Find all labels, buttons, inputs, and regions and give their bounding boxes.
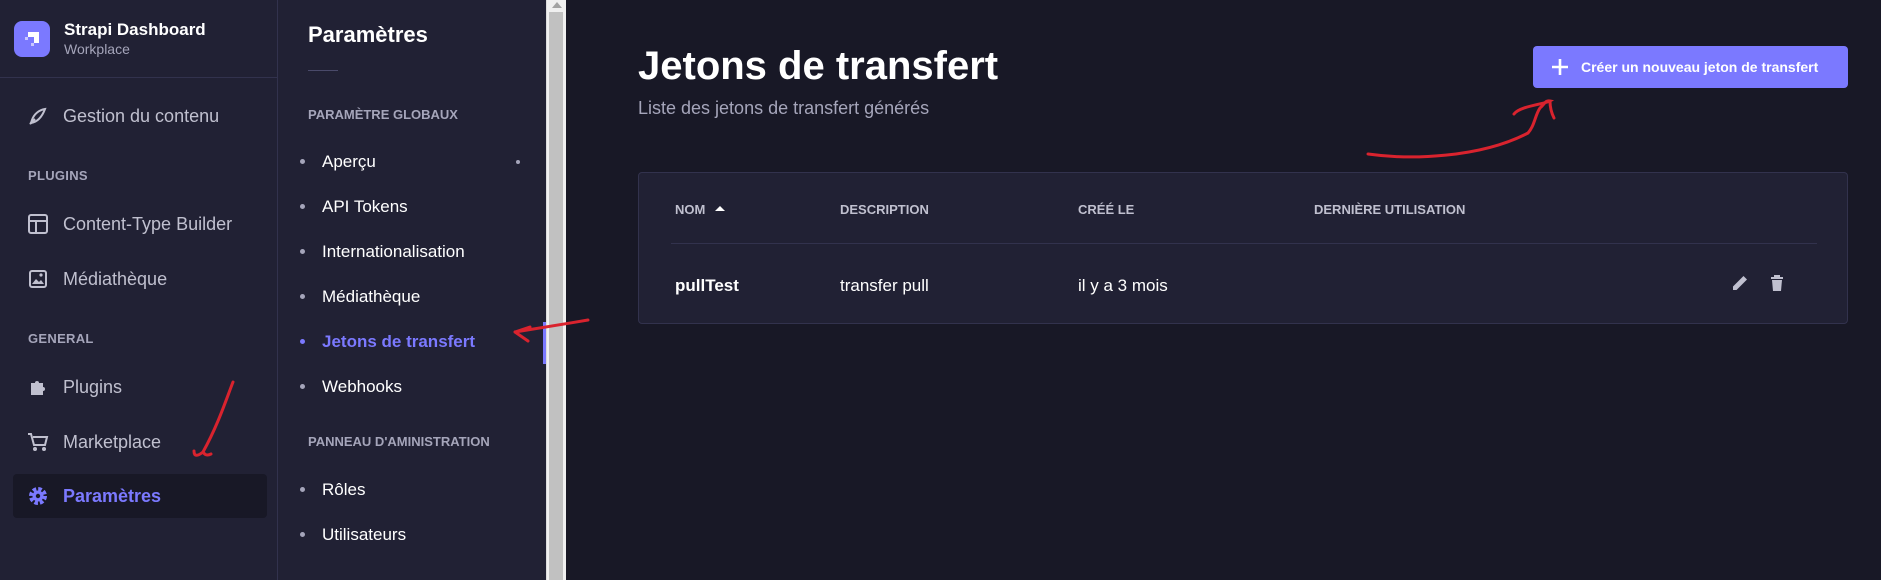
nav-section-plugins: PLUGINS <box>28 168 88 183</box>
column-header-last-used: DERNIÈRE UTILISATION <box>1314 202 1465 217</box>
scroll-up-arrow-icon[interactable] <box>552 2 562 8</box>
subnav-item-label: Médiathèque <box>322 287 421 306</box>
brand-title: Strapi Dashboard <box>64 19 206 39</box>
feather-icon <box>27 105 49 127</box>
main-content: Jetons de transfert Liste des jetons de … <box>566 0 1881 580</box>
create-transfer-token-button[interactable]: Créer un nouveau jeton de transfert <box>1533 46 1848 88</box>
subnav-divider <box>308 70 338 71</box>
cell-description: transfer pull <box>840 276 929 295</box>
subnav-item-label: Aperçu <box>322 152 376 171</box>
column-header-label: DERNIÈRE UTILISATION <box>1314 202 1466 217</box>
shopping-cart-icon <box>27 431 49 453</box>
nav-section-general: GENERAL <box>28 331 94 346</box>
page-subtitle: Liste des jetons de transfert générés <box>638 98 930 118</box>
subnav-item-label: Jetons de transfert <box>322 332 476 351</box>
delete-button[interactable] <box>1765 271 1789 295</box>
nav-item-marketplace[interactable]: Marketplace <box>13 420 267 464</box>
nav-label: Plugins <box>63 376 123 397</box>
column-header-label: CRÉÉ LE <box>1078 202 1135 217</box>
subnav-title: Paramètres <box>308 22 428 47</box>
scrollbar-thumb[interactable] <box>549 12 563 580</box>
nav-item-settings[interactable]: Paramètres <box>13 474 267 518</box>
brand-subtitle: Workplace <box>64 40 130 57</box>
subnav-item-label: Rôles <box>322 480 366 499</box>
new-indicator-dot <box>516 160 520 164</box>
brand[interactable]: Strapi Dashboard Workplace <box>0 0 277 78</box>
bullet-icon <box>300 159 305 164</box>
subnav-item-media-library[interactable]: Médiathèque <box>300 287 421 307</box>
bullet-icon <box>300 384 305 389</box>
subnav-item-internationalization[interactable]: Internationalisation <box>300 242 465 262</box>
app-window: Strapi Dashboard Workplace Gestion du co… <box>0 0 1881 580</box>
column-header-created: CRÉÉ LE <box>1078 202 1134 217</box>
bullet-icon <box>300 204 305 209</box>
bullet-icon <box>300 339 305 344</box>
nav-label: Médiathèque <box>63 268 168 289</box>
column-header-description: DESCRIPTION <box>840 202 929 217</box>
column-header-name[interactable]: NOM <box>675 202 726 217</box>
subnav-item-overview[interactable]: Aperçu <box>300 152 376 172</box>
nav-item-media-library[interactable]: Médiathèque <box>13 257 267 301</box>
trash-icon <box>1771 275 1783 291</box>
tokens-table: NOM DESCRIPTION CRÉÉ LE DERNIÈRE UTILISA… <box>638 172 1848 324</box>
subnav-item-label: Internationalisation <box>322 242 465 261</box>
page-title: Jetons de transfert <box>638 44 999 88</box>
subnav-item-label: Webhooks <box>322 377 403 396</box>
cell-name: pullTest <box>675 276 739 295</box>
subnav-item-users[interactable]: Utilisateurs <box>300 525 407 545</box>
puzzle-icon <box>27 376 49 398</box>
nav-label: Gestion du contenu <box>63 105 220 126</box>
create-button-label: Créer un nouveau jeton de transfert <box>1581 59 1819 75</box>
bullet-icon <box>300 249 305 254</box>
nav-label: Paramètres <box>63 485 162 506</box>
gear-icon <box>27 485 49 507</box>
settings-subnav: Paramètres PARAMÈTRE GLOBAUX Aperçu API … <box>278 0 546 580</box>
bullet-icon <box>300 487 305 492</box>
layout-icon <box>27 213 49 235</box>
bullet-icon <box>300 294 305 299</box>
nav-item-plugins[interactable]: Plugins <box>13 365 267 409</box>
edit-button[interactable] <box>1728 271 1752 295</box>
subnav-section-global: PARAMÈTRE GLOBAUX <box>308 107 458 122</box>
nav-label: Marketplace <box>63 431 162 452</box>
main-nav: Strapi Dashboard Workplace Gestion du co… <box>0 0 278 580</box>
subnav-item-transfer-tokens[interactable]: Jetons de transfert <box>300 332 476 352</box>
subnav-item-api-tokens[interactable]: API Tokens <box>300 197 408 217</box>
subnav-item-label: Utilisateurs <box>322 525 407 544</box>
scrollbar[interactable] <box>546 0 566 580</box>
nav-label: Content-Type Builder <box>63 213 233 234</box>
column-header-label: NOM <box>675 202 706 217</box>
plus-icon <box>1552 59 1568 75</box>
subnav-item-roles[interactable]: Rôles <box>300 480 366 500</box>
bullet-icon <box>300 532 305 537</box>
image-icon <box>27 268 49 290</box>
table-divider <box>671 243 1817 244</box>
subnav-item-webhooks[interactable]: Webhooks <box>300 377 403 397</box>
sort-ascending-icon[interactable] <box>715 206 726 211</box>
nav-item-content-type-builder[interactable]: Content-Type Builder <box>13 202 267 246</box>
subnav-section-admin: PANNEAU D'AMINISTRATION <box>308 434 490 449</box>
nav-item-content-manager[interactable]: Gestion du contenu <box>13 94 267 138</box>
column-header-label: DESCRIPTION <box>840 202 929 217</box>
strapi-logo-icon <box>14 20 50 57</box>
subnav-item-label: API Tokens <box>322 197 408 216</box>
pencil-icon <box>1733 276 1747 290</box>
cell-created: il y a 3 mois <box>1078 276 1168 295</box>
